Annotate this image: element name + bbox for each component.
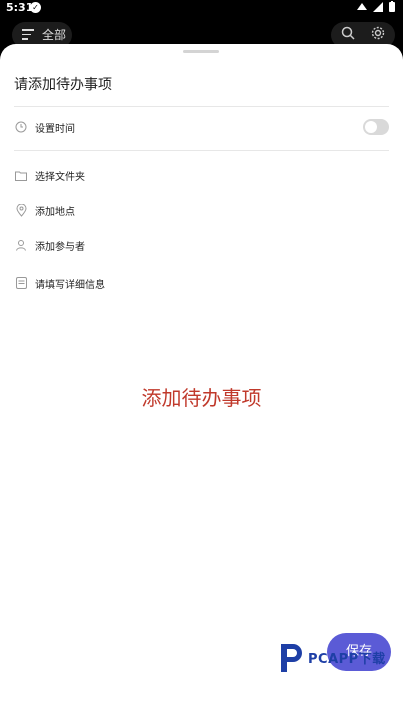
watermark-logo-icon — [281, 644, 302, 672]
add-location-row[interactable]: 添加地点 — [14, 198, 389, 222]
toggle-knob — [365, 121, 377, 133]
details-row[interactable]: 请填写详细信息 — [14, 271, 389, 295]
set-time-row[interactable]: 设置时间 — [14, 115, 389, 139]
note-icon — [14, 276, 28, 290]
status-check-icon: ✓ — [30, 2, 41, 13]
status-icons — [357, 1, 395, 12]
add-todo-sheet: 请添加待办事项 设置时间 选择文件夹 添加地点 添加参与者 请填写详细信息 添加… — [0, 44, 403, 720]
search-icon[interactable] — [341, 26, 355, 44]
caption-text: 添加待办事项 — [141, 386, 262, 410]
watermark-text: PCAPP下载 — [308, 652, 386, 667]
cellular-icon — [373, 1, 383, 12]
todo-title-input[interactable]: 请添加待办事项 — [14, 74, 112, 94]
drag-handle[interactable] — [183, 50, 219, 53]
divider — [14, 106, 389, 107]
folder-icon — [14, 168, 28, 182]
person-icon — [14, 238, 28, 252]
set-time-toggle[interactable] — [363, 119, 389, 135]
add-participant-label: 添加参与者 — [35, 241, 85, 253]
add-participant-row[interactable]: 添加参与者 — [14, 233, 389, 257]
filter-label: 全部 — [42, 28, 67, 42]
battery-icon — [389, 1, 395, 12]
add-location-label: 添加地点 — [35, 206, 75, 218]
divider — [14, 150, 389, 151]
details-label: 请填写详细信息 — [35, 279, 105, 291]
gear-icon[interactable] — [371, 26, 385, 44]
location-icon — [14, 203, 28, 217]
menu-icon — [22, 29, 34, 41]
set-time-label: 设置时间 — [35, 123, 75, 135]
status-bar: 5:31 ✓ — [0, 0, 403, 16]
watermark: PCAPP下载 — [278, 638, 403, 676]
select-folder-label: 选择文件夹 — [35, 171, 85, 183]
clock-icon — [14, 120, 28, 134]
signal-icon — [357, 2, 367, 10]
select-folder-row[interactable]: 选择文件夹 — [14, 163, 389, 187]
